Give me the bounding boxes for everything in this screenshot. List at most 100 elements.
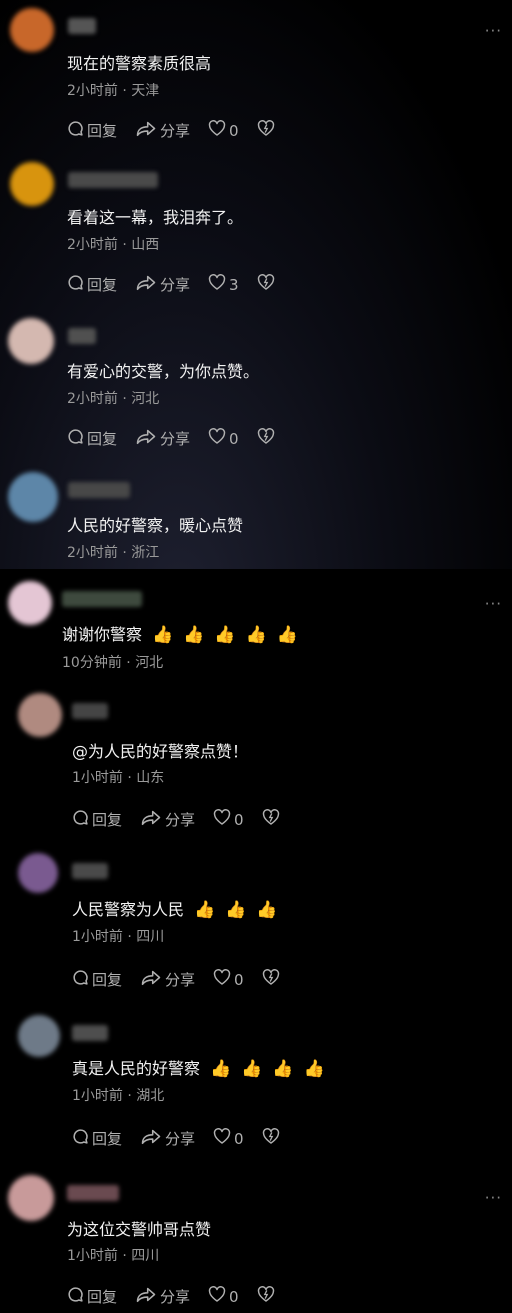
thumbs-up-emoji: 👍 [256,900,278,920]
comment-actions: 回复 分享 0 [67,1286,296,1307]
comment-actions: 回复 分享 0 [72,1128,301,1149]
avatar[interactable] [18,853,58,893]
like-button[interactable]: 0 [208,120,239,141]
username-blurred[interactable] [72,863,108,879]
dislike-button[interactable] [257,120,278,141]
meta-separator: · [117,545,132,561]
heart-icon [213,1128,234,1149]
share-button-label: 分享 [165,811,196,829]
comment-item: ··· 现在的警察素质很高 2小时前 · 天津 回复 分享 0 [0,8,512,140]
share-button-label: 分享 [165,971,196,989]
comment-region: 天津 [131,83,160,99]
avatar[interactable] [10,162,54,206]
username-blurred[interactable] [68,328,96,344]
thumbs-up-emoji: 👍 [276,625,298,645]
dislike-button[interactable] [257,428,278,449]
avatar[interactable] [8,581,52,625]
share-button-label: 分享 [160,1288,191,1306]
broken-heart-icon [262,969,283,990]
like-button-label: 0 [234,810,244,829]
comment-text-row: 为这位交警帅哥点赞 [67,1220,211,1240]
username-blurred[interactable] [67,1185,119,1201]
share-button[interactable]: 分享 [140,809,195,830]
share-button[interactable]: 分享 [135,274,190,295]
dislike-button[interactable] [262,809,283,830]
reply-button-label: 回复 [92,1130,123,1148]
comment-text: 为这位交警帅哥点赞 [67,1220,212,1239]
thumbs-up-emoji: 👍 [152,625,174,645]
share-button[interactable]: 分享 [135,1286,190,1307]
more-options-icon[interactable]: ··· [485,595,502,613]
share-button-label: 分享 [160,122,191,140]
comment-text-row: 谢谢你警察 👍 👍 👍 👍 👍 [62,625,298,645]
avatar[interactable] [18,1015,60,1057]
reply-button[interactable]: 回复 [67,428,117,449]
like-button-label: 0 [234,1129,244,1148]
username-blurred[interactable] [72,1025,108,1041]
dislike-button[interactable] [262,1128,283,1149]
thumbs-up-emoji: 👍 [303,1059,325,1079]
comment-meta: 1小时前 · 山东 [72,769,164,787]
comment-actions: 回复 分享 0 [67,428,296,449]
like-button[interactable]: 3 [208,274,239,295]
comment-actions: 回复 分享 0 [67,120,296,141]
reply-button[interactable]: 回复 [72,1128,122,1149]
username-blurred[interactable] [62,591,142,607]
comment-time: 10分钟前 [62,655,122,671]
comment-item: 人民的好警察，暖心点赞 2小时前 · 浙江 [0,472,512,561]
more-options-icon[interactable]: ··· [485,22,502,40]
username-blurred[interactable] [68,18,96,34]
share-icon [140,969,165,990]
dislike-button[interactable] [262,969,283,990]
like-button[interactable]: 0 [208,1286,239,1307]
reply-button[interactable]: 回复 [67,120,117,141]
comment-meta: 1小时前 · 四川 [72,928,164,946]
share-button[interactable]: 分享 [135,120,190,141]
reply-button-label: 回复 [92,811,123,829]
more-options-icon[interactable]: ··· [485,1189,502,1207]
reply-button-label: 回复 [87,1288,118,1306]
heart-icon [208,428,229,449]
avatar[interactable] [8,318,54,364]
comment-panel-top: ··· 现在的警察素质很高 2小时前 · 天津 回复 分享 0 看着这一幕，我泪奔了。 2小时… [0,0,512,569]
comment-text-row: @为人民的好警察点赞！ [72,742,248,762]
comment-region: 山东 [136,770,165,786]
thumbs-up-emoji: 👍 [210,1059,232,1079]
avatar[interactable] [8,1175,54,1221]
username-blurred[interactable] [68,482,130,498]
dislike-button[interactable] [257,274,278,295]
comment-text-row: 真是人民的好警察 👍 👍 👍 👍 [72,1059,325,1079]
like-button[interactable]: 0 [213,809,244,830]
username-blurred[interactable] [72,703,108,719]
reply-button-label: 回复 [92,971,123,989]
comment-text: 人民警察为人民 [72,900,185,919]
avatar[interactable] [8,472,58,522]
like-button[interactable]: 0 [208,428,239,449]
thumbs-up-emoji: 👍 [272,1059,294,1079]
comment-item: 人民警察为人民 👍 👍 👍 1小时前 · 四川 回复 分享 0 [0,853,512,989]
reply-button[interactable]: 回复 [67,274,117,295]
reply-button[interactable]: 回复 [67,1286,117,1307]
username-blurred[interactable] [68,172,158,188]
like-button[interactable]: 0 [213,1128,244,1149]
thumbs-up-emoji: 👍 [225,900,247,920]
comment-region: 四川 [131,1248,160,1264]
comment-item: 真是人民的好警察 👍 👍 👍 👍 1小时前 · 湖北 回复 分享 0 [0,1015,512,1148]
comment-actions: 回复 分享 0 [72,809,301,830]
dislike-button[interactable] [257,1286,278,1307]
share-button[interactable]: 分享 [135,428,190,449]
share-icon [135,274,160,295]
avatar[interactable] [10,8,54,52]
reply-button[interactable]: 回复 [72,809,122,830]
comment-meta: 2小时前 · 河北 [67,390,159,408]
avatar[interactable] [18,693,62,737]
comment-time: 1小时前 [67,1248,118,1264]
share-button[interactable]: 分享 [140,969,195,990]
comment-text-row: 现在的警察素质很高 [67,54,211,74]
reply-button[interactable]: 回复 [72,969,122,990]
share-icon [140,809,165,830]
like-button[interactable]: 0 [213,969,244,990]
share-button[interactable]: 分享 [140,1128,195,1149]
comment-item: ··· 为这位交警帅哥点赞 1小时前 · 四川 回复 分享 0 [0,1175,512,1306]
comment-time: 1小时前 [72,1088,123,1104]
